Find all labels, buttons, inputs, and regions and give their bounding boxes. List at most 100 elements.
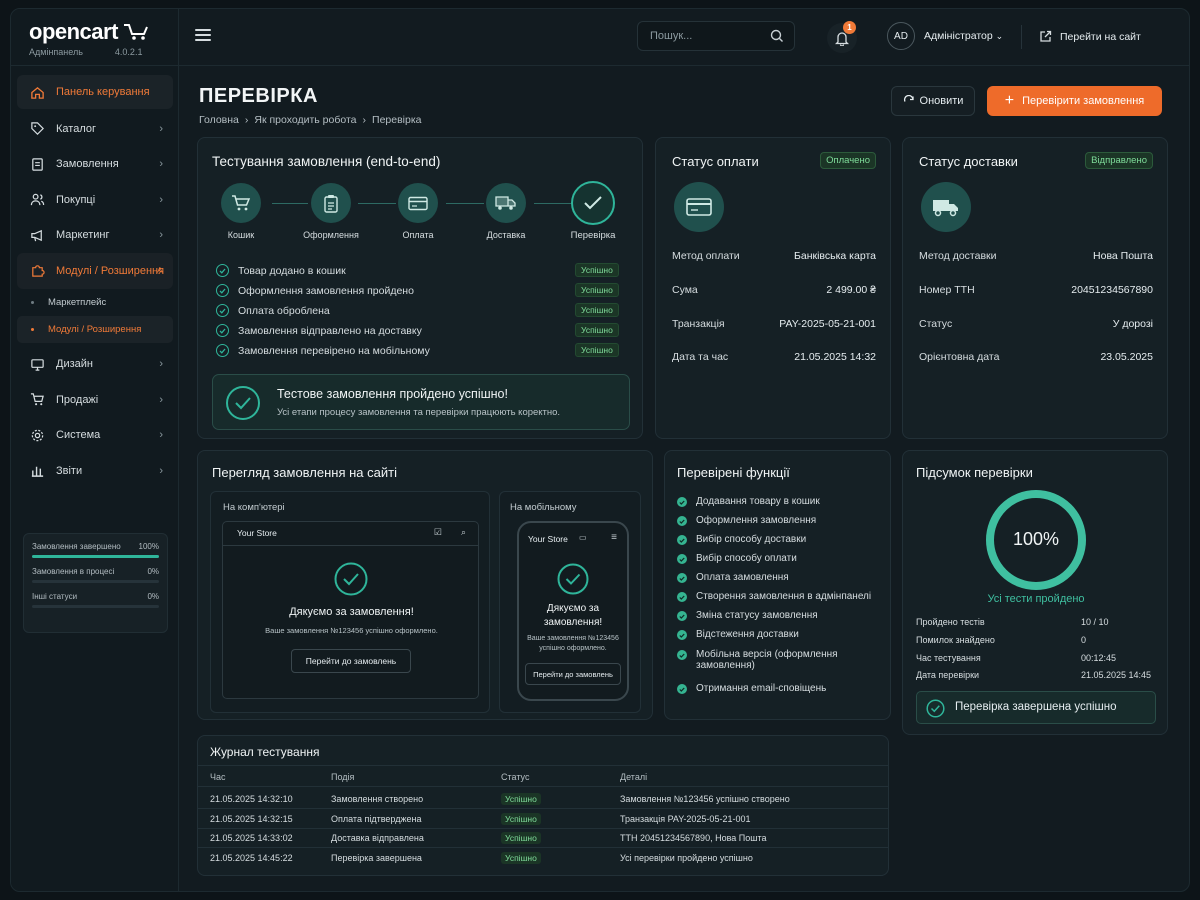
delivery-icon-circle — [921, 182, 971, 232]
progress-caption: Усі тести пройдено — [987, 593, 1085, 605]
check-circle-icon — [216, 344, 229, 357]
info-value: 20451234567890 — [1071, 284, 1153, 296]
gear-icon — [29, 427, 45, 443]
sidebar-item-design[interactable]: Дизайн › — [17, 347, 173, 383]
feature-item: Оформлення замовлення — [677, 515, 877, 526]
info-row: Метод доставки Нова Пошта — [919, 250, 1153, 262]
sidebar-subitem-marketplace[interactable]: Маркетплейс — [17, 289, 173, 316]
feature-item: Вибір способу оплати — [677, 553, 877, 564]
go-to-site-link[interactable]: Перейти на сайт — [1039, 30, 1141, 43]
card-title: Тестування замовлення (end-to-end) — [212, 154, 441, 169]
sidebar-item-label: Звіти — [56, 464, 83, 477]
menu-toggle-icon[interactable] — [195, 29, 211, 43]
sidebar-item-modules[interactable]: Модулі / Розширення ˄ — [17, 253, 173, 289]
logo[interactable]: opencart Адмінпанель 4.0.2.1 — [29, 19, 148, 57]
sidebar-item-marketing[interactable]: Маркетинг › — [17, 218, 173, 254]
version-label: 4.0.2.1 — [114, 47, 143, 57]
truck-icon — [495, 196, 516, 210]
column-header-details: Деталі — [620, 772, 648, 782]
feature-label: Створення замовлення в адмінпанелі — [696, 591, 872, 602]
sidebar-item-sales[interactable]: Продажі › — [17, 382, 173, 418]
summary-key: Час тестування — [916, 653, 981, 663]
check-item: Замовлення перевірено на мобільному — [216, 344, 430, 357]
status-badge: Успішно — [575, 323, 619, 337]
stat-other: Інші статуси 0% — [32, 592, 159, 608]
check-circle-icon — [216, 284, 229, 297]
step-connector — [358, 203, 396, 204]
sidebar-item-label: Продажі — [56, 393, 99, 406]
info-row: Статус У дорозі — [919, 318, 1153, 330]
column-header-status: Статус — [501, 772, 530, 782]
truck-icon — [933, 200, 958, 217]
search-input[interactable] — [650, 30, 760, 42]
sidebar-subitem-label: Модулі / Розширення — [48, 323, 142, 335]
check-circle-icon — [216, 324, 229, 337]
breadcrumb-link[interactable]: Як проходить робота — [254, 114, 356, 126]
card-title: Статус оплати — [672, 154, 759, 169]
sidebar-item-catalog[interactable]: Каталог › — [17, 111, 173, 147]
feature-label: Додавання товару в кошик — [696, 496, 820, 507]
chevron-up-icon: ˄ — [156, 264, 163, 277]
sidebar-item-system[interactable]: Система › — [17, 418, 173, 454]
chevron-down-icon: ⌄ — [995, 31, 1004, 41]
search-box[interactable] — [637, 21, 795, 51]
go-to-site-label: Перейти на сайт — [1060, 30, 1141, 43]
thanks-heading-line2: замовлення! — [543, 617, 603, 628]
info-key: Сума — [672, 284, 698, 296]
sidebar-item-reports[interactable]: Звіти › — [17, 453, 173, 489]
desktop-preview: На комп'ютері Your Store ☑ ⌕ Дякуємо за … — [210, 491, 490, 713]
hamburger-icon: ≡ — [611, 532, 617, 543]
feature-item: Вибір способу доставки — [677, 534, 877, 545]
sidebar-item-dashboard[interactable]: Панель керування — [17, 75, 173, 109]
breadcrumb-separator: › — [244, 114, 249, 126]
check-circle-icon — [926, 699, 945, 718]
check-label: Оформлення замовлення пройдено — [238, 284, 414, 297]
check-dot-icon — [677, 650, 687, 660]
summary-value: 21.05.2025 14:45 — [1081, 670, 1152, 680]
summary-key: Пройдено тестів — [916, 617, 985, 627]
sidebar-item-label: Маркетинг — [56, 229, 110, 242]
payment-icon-circle — [674, 182, 724, 232]
progress-percent: 100% — [1012, 529, 1060, 549]
avatar[interactable]: AD — [887, 22, 915, 50]
desktop-mock-window: Your Store ☑ ⌕ Дякуємо за замовлення! Ва… — [222, 521, 479, 699]
step-connector — [272, 203, 308, 204]
log-details: ТТН 20451234567890, Нова Пошта — [620, 833, 767, 843]
check-orders-button[interactable]: + Перевірити замовлення — [987, 86, 1162, 116]
credit-card-icon — [686, 198, 712, 216]
step-connector — [446, 203, 484, 204]
chevron-right-icon: › — [159, 122, 163, 135]
info-key: Дата та час — [672, 351, 729, 363]
result-text: Усі етапи процесу замовлення та перевірк… — [277, 407, 561, 418]
log-time: 21.05.2025 14:32:15 — [210, 813, 293, 824]
info-row: Транзакція PAY-2025-05-21-001 — [672, 318, 876, 330]
go-to-orders-button[interactable]: Перейти до замовлень — [291, 649, 411, 673]
stat-label: Замовлення завершено — [32, 542, 121, 551]
feature-item: Створення замовлення в адмінпанелі — [677, 591, 877, 602]
search-icon[interactable] — [770, 29, 784, 43]
sidebar-subitem-modules[interactable]: Модулі / Розширення — [17, 315, 173, 343]
bar-chart-icon — [29, 463, 45, 479]
chevron-right-icon: › — [159, 393, 163, 406]
summary-done-banner: Перевірка завершена успішно — [916, 691, 1156, 724]
feature-label: Вибір способу оплати — [696, 553, 797, 564]
cart-icon: ☑ — [433, 527, 442, 537]
step-cart — [221, 183, 261, 223]
stat-completed: Замовлення завершено 100% — [32, 542, 159, 558]
sidebar-item-customers[interactable]: Покупці › — [17, 182, 173, 218]
bullet-dot — [31, 327, 34, 331]
desktop-label: На комп'ютері — [223, 502, 285, 513]
user-menu[interactable]: Адміністратор ⌄ — [924, 30, 1003, 42]
check-item: Оплата оброблена — [216, 304, 330, 317]
breadcrumb-link[interactable]: Головна — [199, 114, 239, 126]
check-dot-icon — [677, 535, 687, 545]
sidebar-item-orders[interactable]: Замовлення › — [17, 147, 173, 183]
chevron-right-icon: › — [159, 429, 163, 442]
check-label: Оплата оброблена — [238, 304, 330, 317]
go-to-orders-button[interactable]: Перейти до замовлень — [525, 663, 621, 685]
info-key: Орієнтовна дата — [919, 351, 1000, 363]
info-value: Нова Пошта — [1093, 250, 1153, 262]
stat-value: 0% — [147, 592, 159, 601]
info-row: Номер ТТН 20451234567890 — [919, 284, 1153, 296]
refresh-button[interactable]: Оновити — [891, 86, 975, 116]
